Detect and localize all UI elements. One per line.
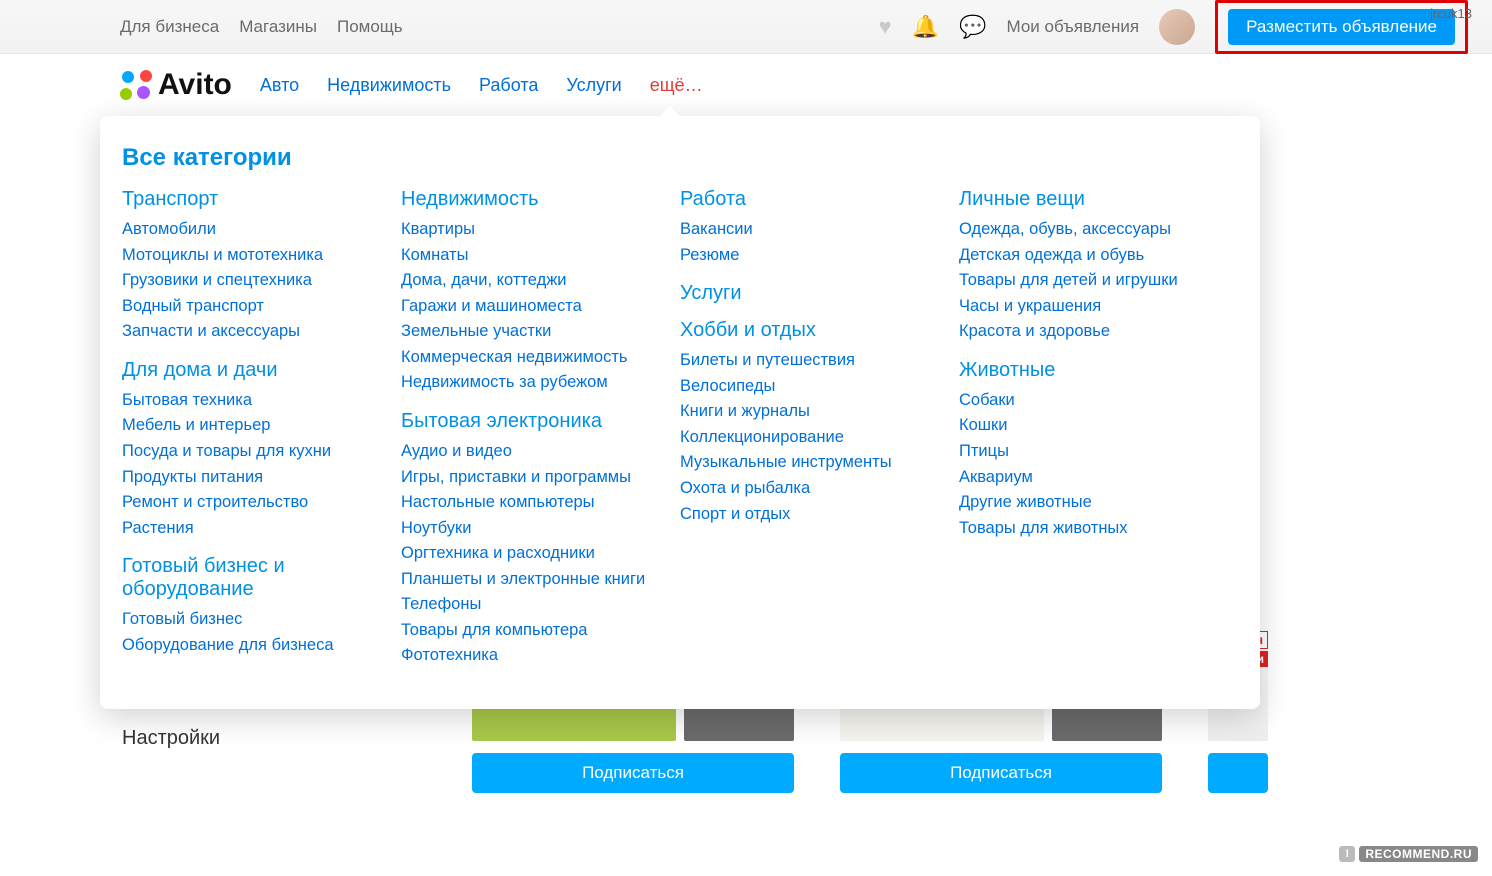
mega-title[interactable]: Все категории	[122, 144, 1238, 172]
cat-link[interactable]: Готовый бизнес	[122, 607, 381, 633]
cat-hobby[interactable]: Хобби и отдых	[680, 319, 939, 342]
cat-link[interactable]: Земельные участки	[401, 319, 660, 345]
post-ad-button[interactable]: Разместить объявление	[1228, 9, 1455, 45]
cat-link[interactable]: Резюме	[680, 243, 939, 269]
cat-link[interactable]: Телефоны	[401, 592, 660, 618]
subscribe-button[interactable]: Подписаться	[840, 753, 1162, 793]
link-shops[interactable]: Магазины	[239, 17, 317, 37]
cat-link[interactable]: Гаражи и машиноместа	[401, 294, 660, 320]
cat-link[interactable]: Запчасти и аксессуары	[122, 319, 381, 345]
cat-link[interactable]: Собаки	[959, 388, 1218, 414]
cat-link[interactable]: Товары для детей и игрушки	[959, 268, 1218, 294]
subscribe-button[interactable]	[1208, 753, 1268, 793]
favorites-icon[interactable]: ♥	[879, 14, 892, 40]
logo[interactable]: Avito	[120, 68, 232, 102]
cat-jobs[interactable]: Работа	[680, 188, 939, 211]
cat-link[interactable]: Спорт и отдых	[680, 502, 939, 528]
cat-link[interactable]: Водный транспорт	[122, 294, 381, 320]
cat-link[interactable]: Оргтехника и расходники	[401, 541, 660, 567]
cat-link[interactable]: Комнаты	[401, 243, 660, 269]
cat-home[interactable]: Для дома и дачи	[122, 359, 381, 382]
cat-link[interactable]: Птицы	[959, 439, 1218, 465]
cat-link[interactable]: Одежда, обувь, аксессуары	[959, 217, 1218, 243]
notifications-icon[interactable]: 🔔	[912, 14, 939, 40]
mega-col-4: Личные вещи Одежда, обувь, аксессуары Де…	[959, 188, 1238, 669]
cat-business[interactable]: Готовый бизнес и оборудование	[122, 555, 381, 601]
cat-link[interactable]: Посуда и товары для кухни	[122, 439, 381, 465]
subscribe-button[interactable]: Подписаться	[472, 753, 794, 793]
topbar: Для бизнеса Магазины Помощь ♥ 🔔 💬 Мои об…	[0, 0, 1492, 54]
cat-link[interactable]: Мебель и интерьер	[122, 413, 381, 439]
cat-link[interactable]: Коммерческая недвижимость	[401, 345, 660, 371]
cat-link[interactable]: Коллекционирование	[680, 425, 939, 451]
cat-link[interactable]: Книги и журналы	[680, 399, 939, 425]
cat-electronics[interactable]: Бытовая электроника	[401, 410, 660, 433]
sidebar-settings[interactable]: Настройки	[122, 727, 270, 750]
cat-link[interactable]: Игры, приставки и программы	[401, 465, 660, 491]
cat-link[interactable]: Автомобили	[122, 217, 381, 243]
mega-menu: Все категории Транспорт Автомобили Мотоц…	[100, 116, 1260, 709]
cat-link[interactable]: Детская одежда и обувь	[959, 243, 1218, 269]
link-my-ads[interactable]: Мои объявления	[1006, 17, 1139, 37]
avatar[interactable]	[1159, 9, 1195, 45]
cat-link[interactable]: Недвижимость за рубежом	[401, 370, 660, 396]
nav-auto[interactable]: Авто	[260, 75, 299, 96]
cat-link[interactable]: Красота и здоровье	[959, 319, 1218, 345]
cat-animals[interactable]: Животные	[959, 359, 1218, 382]
cat-link[interactable]: Музыкальные инструменты	[680, 450, 939, 476]
logo-icon	[120, 70, 152, 100]
cat-link[interactable]: Товары для животных	[959, 516, 1218, 542]
messages-icon[interactable]: 💬	[959, 14, 986, 40]
mega-col-3: Работа Вакансии Резюме Услуги Хобби и от…	[680, 188, 959, 669]
cat-link[interactable]: Продукты питания	[122, 465, 381, 491]
cat-link[interactable]: Ноутбуки	[401, 516, 660, 542]
cat-link[interactable]: Планшеты и электронные книги	[401, 567, 660, 593]
cat-transport[interactable]: Транспорт	[122, 188, 381, 211]
cat-link[interactable]: Фототехника	[401, 643, 660, 669]
username: jrcuk13	[1430, 6, 1472, 21]
nav-services[interactable]: Услуги	[566, 75, 621, 96]
mega-col-2: Недвижимость Квартиры Комнаты Дома, дачи…	[401, 188, 680, 669]
cat-services[interactable]: Услуги	[680, 282, 939, 305]
cat-link[interactable]: Билеты и путешествия	[680, 348, 939, 374]
cat-link[interactable]: Вакансии	[680, 217, 939, 243]
cat-link[interactable]: Велосипеды	[680, 374, 939, 400]
nav-jobs[interactable]: Работа	[479, 75, 538, 96]
cat-link[interactable]: Растения	[122, 516, 381, 542]
cat-link[interactable]: Бытовая техника	[122, 388, 381, 414]
link-business[interactable]: Для бизнеса	[120, 17, 219, 37]
nav-realty[interactable]: Недвижимость	[327, 75, 451, 96]
cat-link[interactable]: Охота и рыбалка	[680, 476, 939, 502]
nav-more[interactable]: ещё…	[650, 75, 703, 96]
link-help[interactable]: Помощь	[337, 17, 403, 37]
cat-link[interactable]: Кошки	[959, 413, 1218, 439]
cat-link[interactable]: Настольные компьютеры	[401, 490, 660, 516]
cat-link[interactable]: Товары для компьютера	[401, 618, 660, 644]
cat-link[interactable]: Мотоциклы и мототехника	[122, 243, 381, 269]
mega-col-1: Транспорт Автомобили Мотоциклы и мототех…	[122, 188, 401, 669]
nav-row: Avito Авто Недвижимость Работа Услуги ещ…	[0, 54, 1492, 116]
cat-link[interactable]: Квартиры	[401, 217, 660, 243]
cat-link[interactable]: Часы и украшения	[959, 294, 1218, 320]
cat-link[interactable]: Оборудование для бизнеса	[122, 633, 381, 659]
cat-realty[interactable]: Недвижимость	[401, 188, 660, 211]
cat-link[interactable]: Дома, дачи, коттеджи	[401, 268, 660, 294]
cat-link[interactable]: Грузовики и спецтехника	[122, 268, 381, 294]
cat-link[interactable]: Аквариум	[959, 465, 1218, 491]
cat-link[interactable]: Аудио и видео	[401, 439, 660, 465]
watermark: I RECOMMEND.RU	[1339, 846, 1478, 862]
cat-personal[interactable]: Личные вещи	[959, 188, 1218, 211]
cat-link[interactable]: Ремонт и строительство	[122, 490, 381, 516]
cat-link[interactable]: Другие животные	[959, 490, 1218, 516]
